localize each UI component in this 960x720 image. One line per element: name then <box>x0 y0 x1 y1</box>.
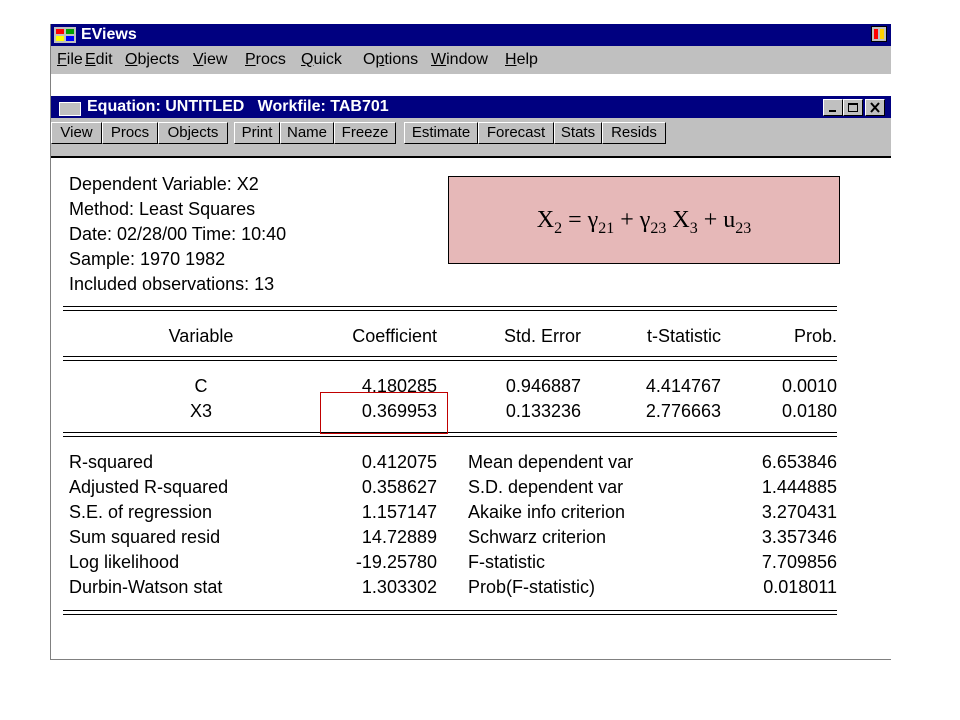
stat-value: 6.653846 <box>761 452 837 472</box>
col-header-std-error: Std. Error <box>503 326 581 346</box>
col-header-coefficient: Coefficient <box>352 326 437 346</box>
stat-value: 0.018011 <box>763 577 837 597</box>
table-divider <box>63 306 837 311</box>
menu-view[interactable]: View <box>193 51 227 69</box>
window-icon <box>59 102 81 116</box>
stat-label: S.E. of regression <box>69 502 213 522</box>
minimize-icon <box>829 110 836 112</box>
regression-formula: X2 = γ21 + γ23 X3 + u23 <box>536 207 752 237</box>
table-divider <box>63 432 837 437</box>
stat-value: 1.157147 <box>361 502 437 522</box>
header-included: Included observations: 13 <box>69 274 275 294</box>
eviews-logo-icon <box>54 27 76 43</box>
stat-value: 1.444885 <box>761 477 837 497</box>
stat-label: Schwarz criterion <box>468 527 607 547</box>
stat-value: 0.358627 <box>361 477 437 497</box>
row-x3-prob: 0.0180 <box>781 401 837 421</box>
toolbar-print-button[interactable]: Print <box>234 122 280 144</box>
menu-options[interactable]: Options <box>363 51 418 69</box>
equation-toolbar: View Procs Objects Print Name Freeze Est… <box>51 118 891 158</box>
menu-window[interactable]: Window <box>431 51 488 69</box>
stat-label: Sum squared resid <box>69 527 221 547</box>
maximize-icon <box>848 103 858 112</box>
col-header-prob: Prob. <box>793 326 837 346</box>
stat-label: Log likelihood <box>69 552 180 572</box>
app-titlebar[interactable]: EViews <box>51 24 891 46</box>
stat-label: R-squared <box>69 452 154 472</box>
stat-value: 3.270431 <box>761 502 837 522</box>
menu-file[interactable]: File <box>57 51 83 69</box>
menu-procs[interactable]: Procs <box>245 51 286 69</box>
stat-value: 1.303302 <box>361 577 437 597</box>
toolbar-estimate-button[interactable]: Estimate <box>404 122 478 144</box>
close-icon <box>870 102 880 113</box>
stat-value: -19.25780 <box>355 552 437 572</box>
toolbar-name-button[interactable]: Name <box>280 122 334 144</box>
equation-titlebar[interactable]: Equation: UNTITLED Workfile: TAB701 <box>51 96 891 118</box>
toolbar-procs-button[interactable]: Procs <box>102 122 158 144</box>
stat-label: Adjusted R-squared <box>69 477 229 497</box>
toolbar-resids-button[interactable]: Resids <box>602 122 666 144</box>
stat-value: 7.709856 <box>761 552 837 572</box>
stat-label: Mean dependent var <box>468 452 634 472</box>
row-c-prob: 0.0010 <box>781 376 837 396</box>
stat-label: Durbin-Watson stat <box>69 577 223 597</box>
menu-quick[interactable]: Quick <box>301 51 342 69</box>
row-c-std-error: 0.946887 <box>505 376 581 396</box>
equation-formula-box: X2 = γ21 + γ23 X3 + u23 <box>448 176 840 264</box>
col-header-t-statistic: t-Statistic <box>646 326 721 346</box>
header-sample: Sample: 1970 1982 <box>69 249 226 269</box>
coefficient-highlight-box <box>320 392 448 434</box>
row-x3-std-error: 0.133236 <box>505 401 581 421</box>
menu-help[interactable]: Help <box>505 51 538 69</box>
close-button[interactable] <box>865 99 885 116</box>
stat-value: 3.357346 <box>761 527 837 547</box>
minimize-button[interactable] <box>823 99 843 116</box>
app-title: EViews <box>81 26 137 43</box>
stat-value: 0.412075 <box>361 452 437 472</box>
menu-objects[interactable]: Objects <box>125 51 179 69</box>
toolbar-forecast-button[interactable]: Forecast <box>478 122 554 144</box>
header-date: Date: 02/28/00 Time: 10:40 <box>69 224 287 244</box>
col-header-variable: Variable <box>168 326 234 346</box>
toolbar-freeze-button[interactable]: Freeze <box>334 122 396 144</box>
row-c-variable: C <box>194 376 208 396</box>
row-x3-variable: X3 <box>189 401 213 421</box>
table-divider <box>63 356 837 361</box>
menu-edit[interactable]: Edit <box>85 51 113 69</box>
header-dependent: Dependent Variable: X2 <box>69 174 259 194</box>
header-method: Method: Least Squares <box>69 199 256 219</box>
app-system-icon[interactable] <box>871 26 887 42</box>
toolbar-view-button[interactable]: View <box>51 122 102 144</box>
equation-title: Equation: UNTITLED Workfile: TAB701 <box>87 98 389 115</box>
maximize-button[interactable] <box>843 99 863 116</box>
table-divider <box>63 610 837 615</box>
toolbar-objects-button[interactable]: Objects <box>158 122 228 144</box>
stat-value: 14.72889 <box>361 527 437 547</box>
stat-label: F-statistic <box>468 552 546 572</box>
menubar: File Edit Objects View Procs Quick Optio… <box>51 46 891 74</box>
stat-label: S.D. dependent var <box>468 477 624 497</box>
eviews-app-window: EViews File Edit Objects View Procs Quic… <box>50 24 891 660</box>
toolbar-stats-button[interactable]: Stats <box>554 122 602 144</box>
stat-label: Prob(F-statistic) <box>468 577 596 597</box>
row-x3-t-statistic: 2.776663 <box>645 401 721 421</box>
stat-label: Akaike info criterion <box>468 502 626 522</box>
row-c-t-statistic: 4.414767 <box>645 376 721 396</box>
